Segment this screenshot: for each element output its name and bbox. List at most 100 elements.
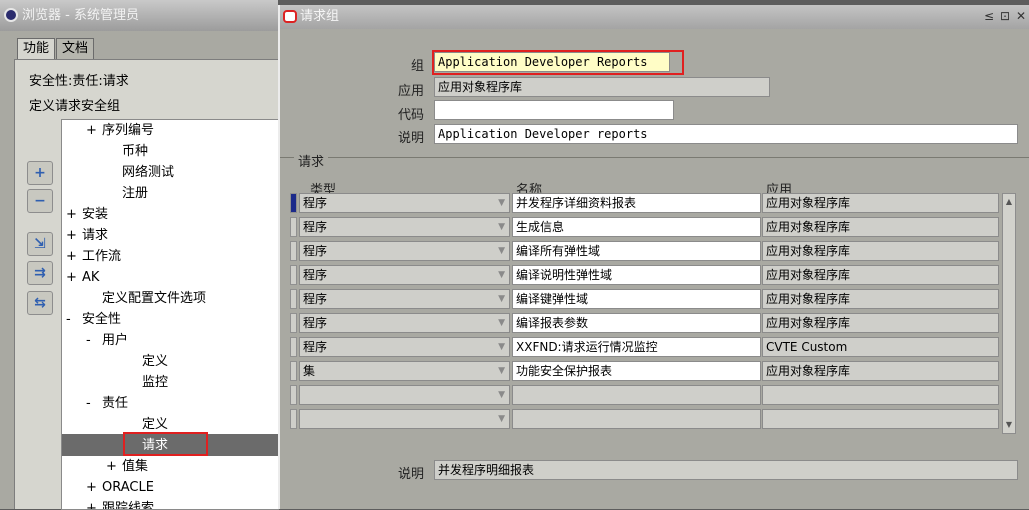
tree-node-expander: + xyxy=(66,270,77,285)
request-type-select[interactable]: 程序 ▼ xyxy=(299,217,510,237)
request-name-field[interactable]: 编译报表参数 xyxy=(512,313,761,333)
tree-node-label: 定义配置文件选项 xyxy=(102,291,207,306)
tab-functions[interactable]: 功能 xyxy=(17,38,56,60)
row-selector[interactable] xyxy=(290,265,297,285)
request-application-field[interactable]: CVTE Custom xyxy=(762,337,999,357)
tree-node-label: 注册 xyxy=(122,186,149,201)
tree-node[interactable]: + ORACLE xyxy=(86,477,154,498)
description-field[interactable]: Application Developer reports xyxy=(434,124,1018,144)
request-name-field[interactable]: 编译键弹性域 xyxy=(512,289,761,309)
tree-node[interactable]: 定义配置文件选项 xyxy=(86,288,206,309)
row-selector[interactable] xyxy=(290,289,297,309)
row-selector[interactable] xyxy=(290,217,297,237)
app-logo-icon xyxy=(4,8,18,22)
expand-button[interactable]: + xyxy=(27,161,53,185)
row-selector[interactable] xyxy=(290,313,297,333)
collapse-all-button[interactable]: ⇆ xyxy=(27,291,53,315)
request-application-field[interactable]: 应用对象程序库 xyxy=(762,241,999,261)
row-selector[interactable] xyxy=(290,241,297,261)
request-name-field[interactable] xyxy=(512,385,761,405)
request-name-field[interactable]: 编译所有弹性域 xyxy=(512,241,761,261)
request-application-field[interactable]: 应用对象程序库 xyxy=(762,289,999,309)
request-application-field[interactable] xyxy=(762,409,999,429)
request-application-field[interactable]: 应用对象程序库 xyxy=(762,217,999,237)
form-titlebar[interactable]: 请求组 ≤ ⊡ ✕ xyxy=(280,5,1029,29)
expand-all-icon: ⇉ xyxy=(34,265,46,281)
tree-node[interactable]: + 跟踪线索 xyxy=(86,498,154,509)
request-type-select[interactable]: ▼ xyxy=(299,385,510,405)
row-selector[interactable] xyxy=(290,385,297,405)
tree-node-expander: + xyxy=(66,207,77,222)
request-type-value: 集 xyxy=(303,364,316,378)
row-selector[interactable] xyxy=(290,337,297,357)
dropdown-arrow-icon[interactable]: ▼ xyxy=(498,386,505,404)
highlight-box-request xyxy=(123,432,208,456)
request-application-field[interactable]: 应用对象程序库 xyxy=(762,313,999,333)
tree-node[interactable]: + 安装 xyxy=(66,204,108,225)
tree-node[interactable]: 注册 xyxy=(106,183,148,204)
oracle-logo-icon xyxy=(283,10,297,23)
request-application-field[interactable] xyxy=(762,385,999,405)
request-name-field[interactable] xyxy=(512,409,761,429)
collapse-button[interactable]: − xyxy=(27,189,53,213)
dropdown-arrow-icon[interactable]: ▼ xyxy=(498,242,505,260)
tree-node-label: 用户 xyxy=(102,333,129,348)
request-type-select[interactable]: 程序 ▼ xyxy=(299,289,510,309)
scroll-down-icon[interactable]: ▼ xyxy=(1004,418,1014,432)
tree-node[interactable]: - 用户 xyxy=(86,330,128,351)
tree-node[interactable]: 网络测试 xyxy=(106,162,174,183)
request-type-select[interactable]: ▼ xyxy=(299,409,510,429)
tree-node[interactable]: 定义 xyxy=(126,351,168,372)
navigator-titlebar[interactable]: 浏览器 - 系统管理员 xyxy=(0,0,278,31)
dropdown-arrow-icon[interactable]: ▼ xyxy=(498,218,505,236)
expand-all-button[interactable]: ⇉ xyxy=(27,261,53,285)
tree-node[interactable]: - 责任 xyxy=(86,393,128,414)
request-name-field[interactable]: 编译说明性弹性域 xyxy=(512,265,761,285)
dropdown-arrow-icon[interactable]: ▼ xyxy=(498,266,505,284)
row-selector[interactable] xyxy=(290,409,297,429)
tree-node[interactable]: + 序列编号 xyxy=(86,120,154,141)
tree-node[interactable]: 监控 xyxy=(126,372,168,393)
request-type-select[interactable]: 程序 ▼ xyxy=(299,193,510,213)
highlight-box-group xyxy=(432,50,684,75)
footer-description-field[interactable]: 并发程序明细报表 xyxy=(434,460,1018,480)
dropdown-arrow-icon[interactable]: ▼ xyxy=(498,338,505,356)
request-type-select[interactable]: 程序 ▼ xyxy=(299,313,510,333)
request-application-field[interactable]: 应用对象程序库 xyxy=(762,265,999,285)
request-application-field[interactable]: 应用对象程序库 xyxy=(762,361,999,381)
row-selector[interactable] xyxy=(290,361,297,381)
request-type-select[interactable]: 程序 ▼ xyxy=(299,337,510,357)
tree-node-label: 工作流 xyxy=(82,249,122,264)
tree-node[interactable]: + 工作流 xyxy=(66,246,121,267)
code-field[interactable] xyxy=(434,100,674,120)
request-type-select[interactable]: 集 ▼ xyxy=(299,361,510,381)
tree-node[interactable]: + 值集 xyxy=(106,456,148,477)
tab-documents[interactable]: 文档 xyxy=(56,38,95,60)
request-application-field[interactable]: 应用对象程序库 xyxy=(762,193,999,213)
request-type-select[interactable]: 程序 ▼ xyxy=(299,265,510,285)
request-type-value: 程序 xyxy=(303,316,328,330)
expand-branch-button[interactable]: ⇲ xyxy=(27,232,53,256)
row-selector[interactable] xyxy=(290,193,297,213)
request-name-field[interactable]: 并发程序详细资料报表 xyxy=(512,193,761,213)
close-icon[interactable]: ✕ xyxy=(1014,8,1028,24)
requests-scrollbar[interactable]: ▲ ▼ xyxy=(1002,193,1016,434)
application-field[interactable]: 应用对象程序库 xyxy=(434,77,770,97)
scroll-up-icon[interactable]: ▲ xyxy=(1004,195,1014,209)
dropdown-arrow-icon[interactable]: ▼ xyxy=(498,410,505,428)
tree-node[interactable]: - 安全性 xyxy=(66,309,121,330)
request-name-field[interactable]: XXFND:请求运行情况监控 xyxy=(512,337,761,357)
request-type-select[interactable]: 程序 ▼ xyxy=(299,241,510,261)
dropdown-arrow-icon[interactable]: ▼ xyxy=(498,362,505,380)
request-name-field[interactable]: 功能安全保护报表 xyxy=(512,361,761,381)
tree-node[interactable]: + 请求 xyxy=(66,225,108,246)
minimize-icon[interactable]: ≤ xyxy=(982,8,996,24)
request-name-field[interactable]: 生成信息 xyxy=(512,217,761,237)
dropdown-arrow-icon[interactable]: ▼ xyxy=(498,194,505,212)
dropdown-arrow-icon[interactable]: ▼ xyxy=(498,290,505,308)
dropdown-arrow-icon[interactable]: ▼ xyxy=(498,314,505,332)
tree-node[interactable]: + AK xyxy=(66,267,99,288)
tree-node[interactable]: 币种 xyxy=(106,141,148,162)
group-label: 组 xyxy=(410,59,424,74)
maximize-icon[interactable]: ⊡ xyxy=(998,8,1012,24)
